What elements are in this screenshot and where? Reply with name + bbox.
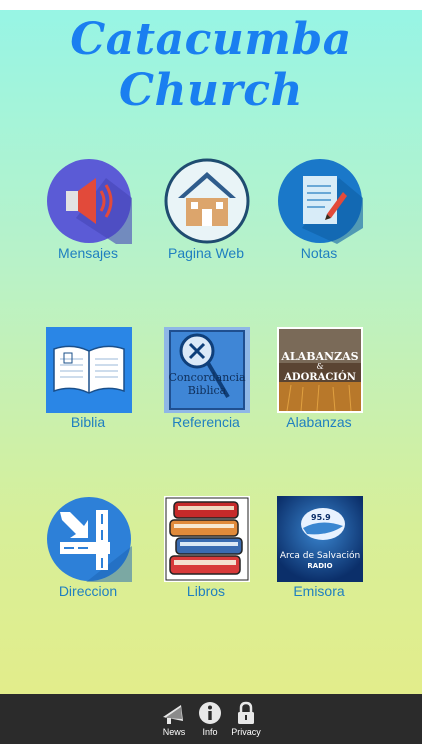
tile-label: Mensajes [58,245,118,261]
speaker-icon [46,158,132,244]
tile-direccion[interactable]: Direccion [33,496,143,606]
notes-icon [277,158,363,244]
info-icon [199,702,221,724]
tile-biblia[interactable]: Biblia [33,327,143,437]
radio-label: RADIO [307,562,332,570]
worship-icon: ALABANZAS & ADORACIÓN [277,327,363,413]
radio-freq: 95.9 [311,513,331,522]
radio-icon: 95.9 Arca de Salvación RADIO [277,496,363,582]
lock-icon [238,701,254,724]
concordance-text-2: Biblica [188,384,227,397]
tile-notas[interactable]: Notas [264,158,374,268]
worship-text-2: ADORACIÓN [283,371,356,383]
radio-name: Arca de Salvación [280,550,360,561]
tile-libros[interactable]: Libros [151,496,261,606]
concordance-icon: Concordancia Biblica [164,327,250,413]
status-bar [0,0,422,10]
tile-label: Biblia [70,414,106,430]
tile-alabanzas[interactable]: ALABANZAS & ADORACIÓN Alabanzas [264,327,374,437]
home-indicator-area [0,744,422,750]
books-icon [164,496,250,582]
tile-label: Pagina Web [167,245,244,261]
tile-label: Libros [186,583,226,599]
tile-referencia[interactable]: Concordancia Biblica Referencia [151,327,261,437]
tile-mensajes[interactable]: Mensajes [33,158,143,268]
concordance-text-1: Concordancia [168,371,246,384]
tab-privacy[interactable]: Privacy [225,697,267,741]
tile-label: Referencia [172,414,240,430]
tab-label: Privacy [231,727,261,737]
tile-label: Direccion [58,583,118,599]
tile-pagina-web[interactable]: Pagina Web [151,158,261,268]
house-icon [164,158,250,244]
app-title: Catacumba Church [70,14,352,116]
worship-text-amp: & [316,362,323,371]
tile-label: Emisora [293,583,345,599]
bible-icon [46,327,132,413]
tile-emisora[interactable]: 95.9 Arca de Salvación RADIO Emisora [264,496,374,606]
tile-label: Alabanzas [286,414,352,430]
app-screen: Catacumba Church Mensajes Pagina Web Not… [0,0,422,750]
directions-icon [46,496,132,582]
tile-label: Notas [300,245,338,261]
megaphone-icon [163,705,183,724]
